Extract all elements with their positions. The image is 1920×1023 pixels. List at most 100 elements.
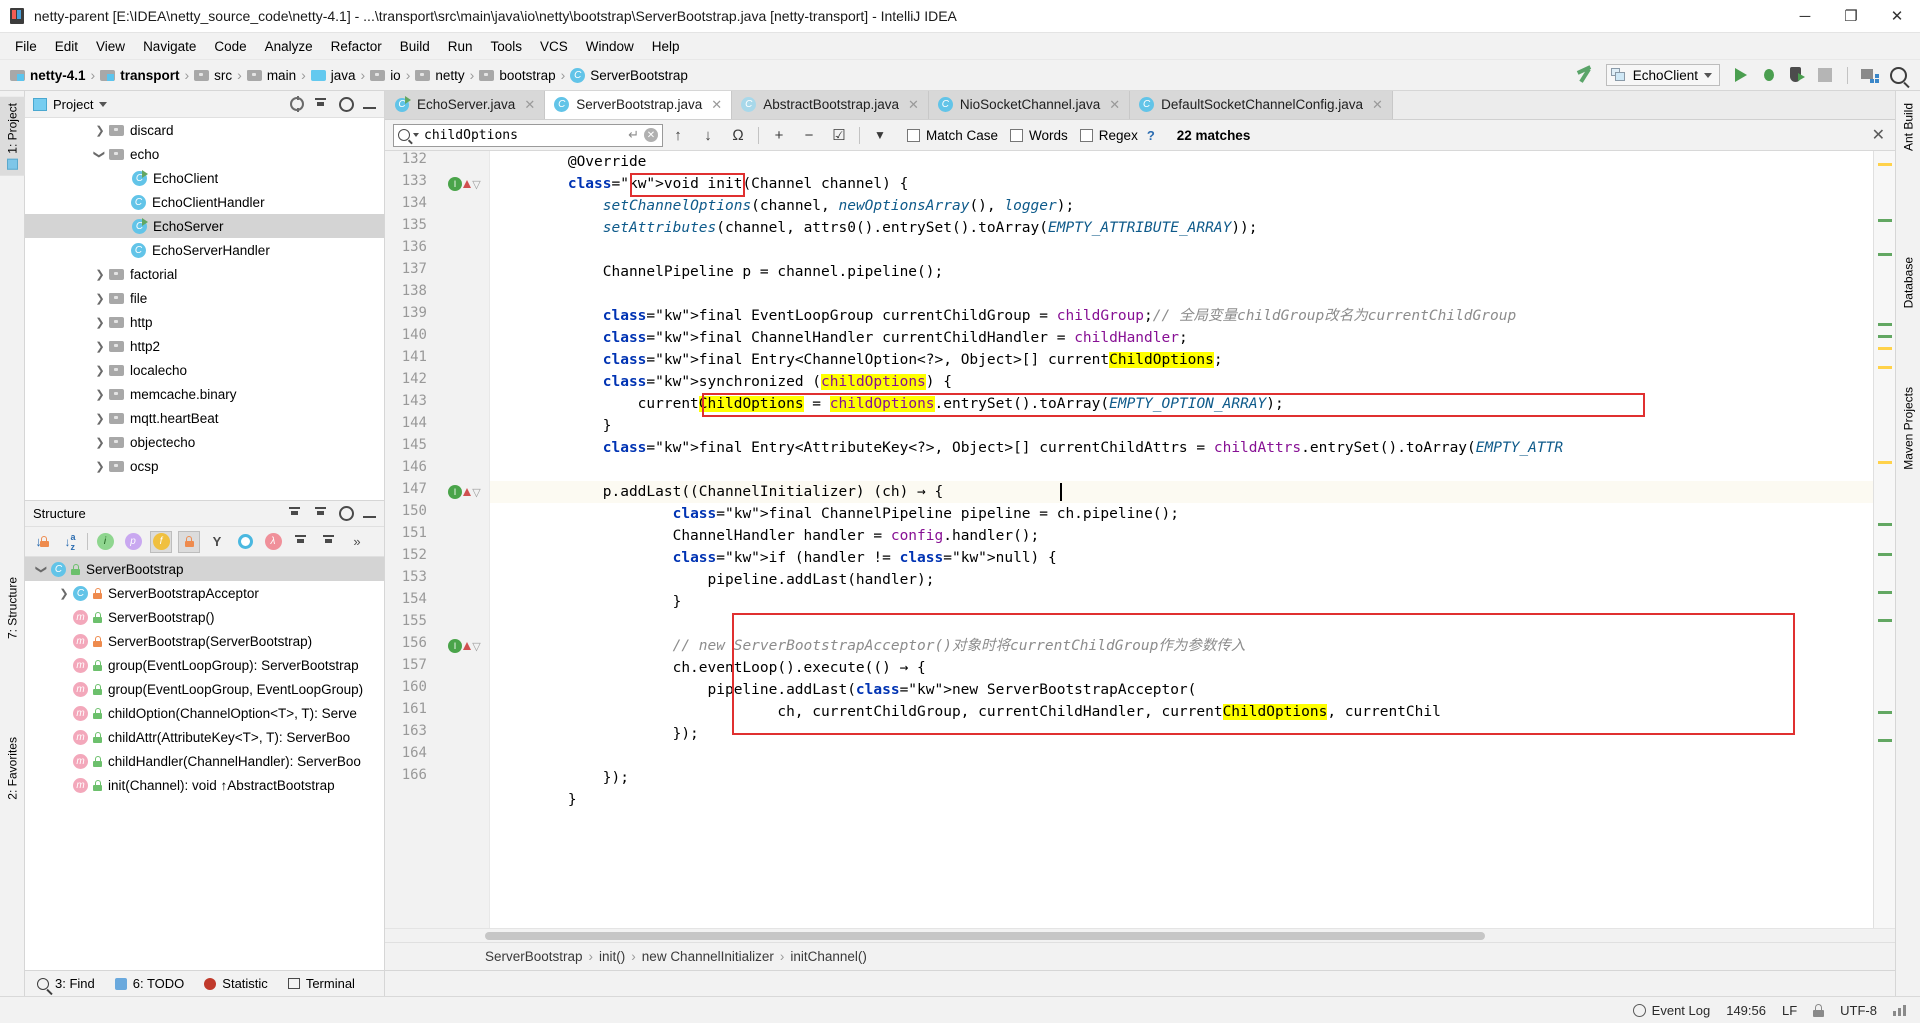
error-stripe-markers[interactable] xyxy=(1873,151,1895,928)
collapse-all-icon[interactable] xyxy=(313,96,330,113)
code-editor[interactable]: 132 133 134 135 136 137 138 139 140 141 142 143 144 1… xyxy=(385,151,1895,928)
menu-navigate[interactable]: Navigate xyxy=(134,36,205,57)
project-panel-title-wrap[interactable]: Project xyxy=(33,97,108,112)
add-selection-button[interactable]: + xyxy=(764,122,794,148)
tree-item-factorial[interactable]: factorial xyxy=(25,262,384,286)
chevron-right-icon[interactable] xyxy=(55,587,73,600)
show-lambdas-icon[interactable]: λ xyxy=(262,531,284,553)
breadcrumb-item-channelinitializer[interactable]: new ChannelInitializer xyxy=(642,949,774,964)
chevron-right-icon[interactable] xyxy=(91,364,109,377)
chevron-right-icon[interactable] xyxy=(91,292,109,305)
filter-button[interactable]: ▼ xyxy=(865,122,895,148)
close-button[interactable]: ✕ xyxy=(1874,0,1920,33)
tree-item-http2[interactable]: http2 xyxy=(25,334,384,358)
tree-item-ocsp[interactable]: ocsp xyxy=(25,454,384,478)
menu-edit[interactable]: Edit xyxy=(46,36,87,57)
build-hammer-icon[interactable] xyxy=(1573,63,1597,87)
tree-item-file[interactable]: file xyxy=(25,286,384,310)
chevron-right-icon[interactable] xyxy=(91,460,109,473)
fold-marker-147[interactable]: ▽ xyxy=(471,487,482,499)
tool-window-terminal[interactable]: Terminal xyxy=(282,976,369,991)
warning-marker[interactable] xyxy=(1878,163,1892,166)
structure-item-group-eventloopgroup-serverbootstrap[interactable]: m group(EventLoopGroup): ServerBootstrap xyxy=(25,653,384,677)
tab-defaultsocketchannelconfig-java[interactable]: C DefaultSocketChannelConfig.java ✕ xyxy=(1130,91,1393,119)
menu-tools[interactable]: Tools xyxy=(482,36,532,57)
line-separator[interactable]: LF xyxy=(1782,1003,1797,1018)
nav-crumb-transport[interactable]: transport xyxy=(98,68,181,83)
caret-position[interactable]: 149:56 xyxy=(1726,1003,1766,1018)
structure-item-serverbootstrapacceptor[interactable]: C ServerBootstrapAcceptor xyxy=(25,581,384,605)
structure-item-init-channel-void-abstractbootstrap[interactable]: m init(Channel): void ↑AbstractBootstrap xyxy=(25,773,384,797)
menu-build[interactable]: Build xyxy=(391,36,439,57)
tool-window-todo[interactable]: 6: TODO xyxy=(109,976,199,991)
menu-window[interactable]: Window xyxy=(577,36,643,57)
structure-item-serverbootstrap[interactable]: C ServerBootstrap xyxy=(25,557,384,581)
chevron-right-icon[interactable] xyxy=(91,436,109,449)
remove-selection-button[interactable]: − xyxy=(794,122,824,148)
settings-gear-icon[interactable] xyxy=(339,506,354,521)
close-icon[interactable]: ✕ xyxy=(644,128,658,142)
run-configuration-selector[interactable]: EchoClient xyxy=(1605,64,1720,86)
change-marker[interactable] xyxy=(1878,335,1892,338)
tree-item-memcache-binary[interactable]: memcache.binary xyxy=(25,382,384,406)
locate-icon[interactable] xyxy=(290,96,304,112)
structure-item-serverbootstrap-serverbootstrap-[interactable]: m ServerBootstrap(ServerBootstrap) xyxy=(25,629,384,653)
override-marker-147[interactable]: I xyxy=(448,485,471,499)
menu-run[interactable]: Run xyxy=(439,36,482,57)
change-marker[interactable] xyxy=(1878,739,1892,742)
show-properties-icon[interactable]: p xyxy=(122,531,144,553)
code-text-area[interactable]: @Override class="kw">void init(Channel c… xyxy=(490,151,1873,928)
select-all-button[interactable]: ☑ xyxy=(824,122,854,148)
chevron-down-icon[interactable] xyxy=(99,101,108,107)
editor-gutter[interactable]: 132 133 134 135 136 137 138 139 140 141 142 143 144 1… xyxy=(385,151,490,928)
chevron-down-icon[interactable] xyxy=(91,148,109,161)
hide-icon[interactable] xyxy=(363,106,376,109)
nav-crumb-serverbootstrap[interactable]: C ServerBootstrap xyxy=(568,67,690,83)
tab-close-icon[interactable]: ✕ xyxy=(524,97,535,113)
structure-item-childoption-channeloption-t-t-serve[interactable]: m childOption(ChannelOption<T>, T): Serve xyxy=(25,701,384,725)
close-find-bar-icon[interactable]: ✕ xyxy=(1872,125,1885,145)
tool-window-statistic[interactable]: Statistic xyxy=(198,976,282,991)
expand-all-icon[interactable] xyxy=(287,505,304,522)
warning-marker[interactable] xyxy=(1878,366,1892,369)
tab-serverbootstrap-java[interactable]: C ServerBootstrap.java ✕ xyxy=(545,91,733,119)
show-fields-icon[interactable]: f xyxy=(150,530,172,553)
event-log-label[interactable]: Event Log xyxy=(1652,1003,1711,1018)
change-marker[interactable] xyxy=(1878,253,1892,256)
tree-item-echo[interactable]: echo xyxy=(25,142,384,166)
structure-item-childhandler-channelhandler-serverboo[interactable]: m childHandler(ChannelHandler): ServerBoo xyxy=(25,749,384,773)
nav-crumb-bootstrap[interactable]: bootstrap xyxy=(477,68,557,83)
chevron-down-icon[interactable] xyxy=(413,133,419,137)
fold-marker-133[interactable]: ▽ xyxy=(471,179,482,191)
change-marker[interactable] xyxy=(1878,523,1892,526)
maximize-button[interactable]: ❐ xyxy=(1828,0,1874,33)
select-all-occurrences-button[interactable]: Ω xyxy=(723,122,753,148)
show-non-public-icon[interactable] xyxy=(178,530,200,553)
run-icon[interactable] xyxy=(1729,63,1753,87)
project-tree[interactable]: discardechoCEchoClientCEchoClientHandler… xyxy=(25,118,384,500)
nav-crumb-io[interactable]: io xyxy=(368,68,403,83)
override-marker-157[interactable]: I xyxy=(448,639,471,653)
breadcrumb-item-init[interactable]: init() xyxy=(599,949,625,964)
tool-window-find[interactable]: 3: Find xyxy=(31,976,109,991)
menu-analyze[interactable]: Analyze xyxy=(256,36,322,57)
memory-indicator[interactable] xyxy=(1893,1004,1906,1016)
show-inherited-icon[interactable]: i xyxy=(94,531,116,553)
debug-icon[interactable] xyxy=(1757,63,1781,87)
editor-horizontal-scrollbar[interactable] xyxy=(385,928,1895,942)
search-input[interactable]: childOptions ↵ ✕ xyxy=(393,123,663,147)
tab-close-icon[interactable]: ✕ xyxy=(1109,97,1120,113)
nav-crumb-netty[interactable]: netty xyxy=(413,68,466,83)
chevron-right-icon[interactable] xyxy=(91,412,109,425)
nav-crumb-src[interactable]: src xyxy=(192,68,234,83)
collapse-all-icon[interactable] xyxy=(318,531,340,553)
regex-help-link[interactable]: ? xyxy=(1147,128,1155,143)
menu-view[interactable]: View xyxy=(87,36,134,57)
tree-item-echoserverhandler[interactable]: C EchoServerHandler xyxy=(25,238,384,262)
menu-vcs[interactable]: VCS xyxy=(531,36,577,57)
scrollbar-thumb[interactable] xyxy=(485,932,1485,940)
chevron-right-icon[interactable] xyxy=(91,316,109,329)
nav-crumb-java[interactable]: java xyxy=(309,68,358,83)
tab-close-icon[interactable]: ✕ xyxy=(1372,97,1383,113)
group-methods-icon[interactable]: Y xyxy=(206,531,228,553)
